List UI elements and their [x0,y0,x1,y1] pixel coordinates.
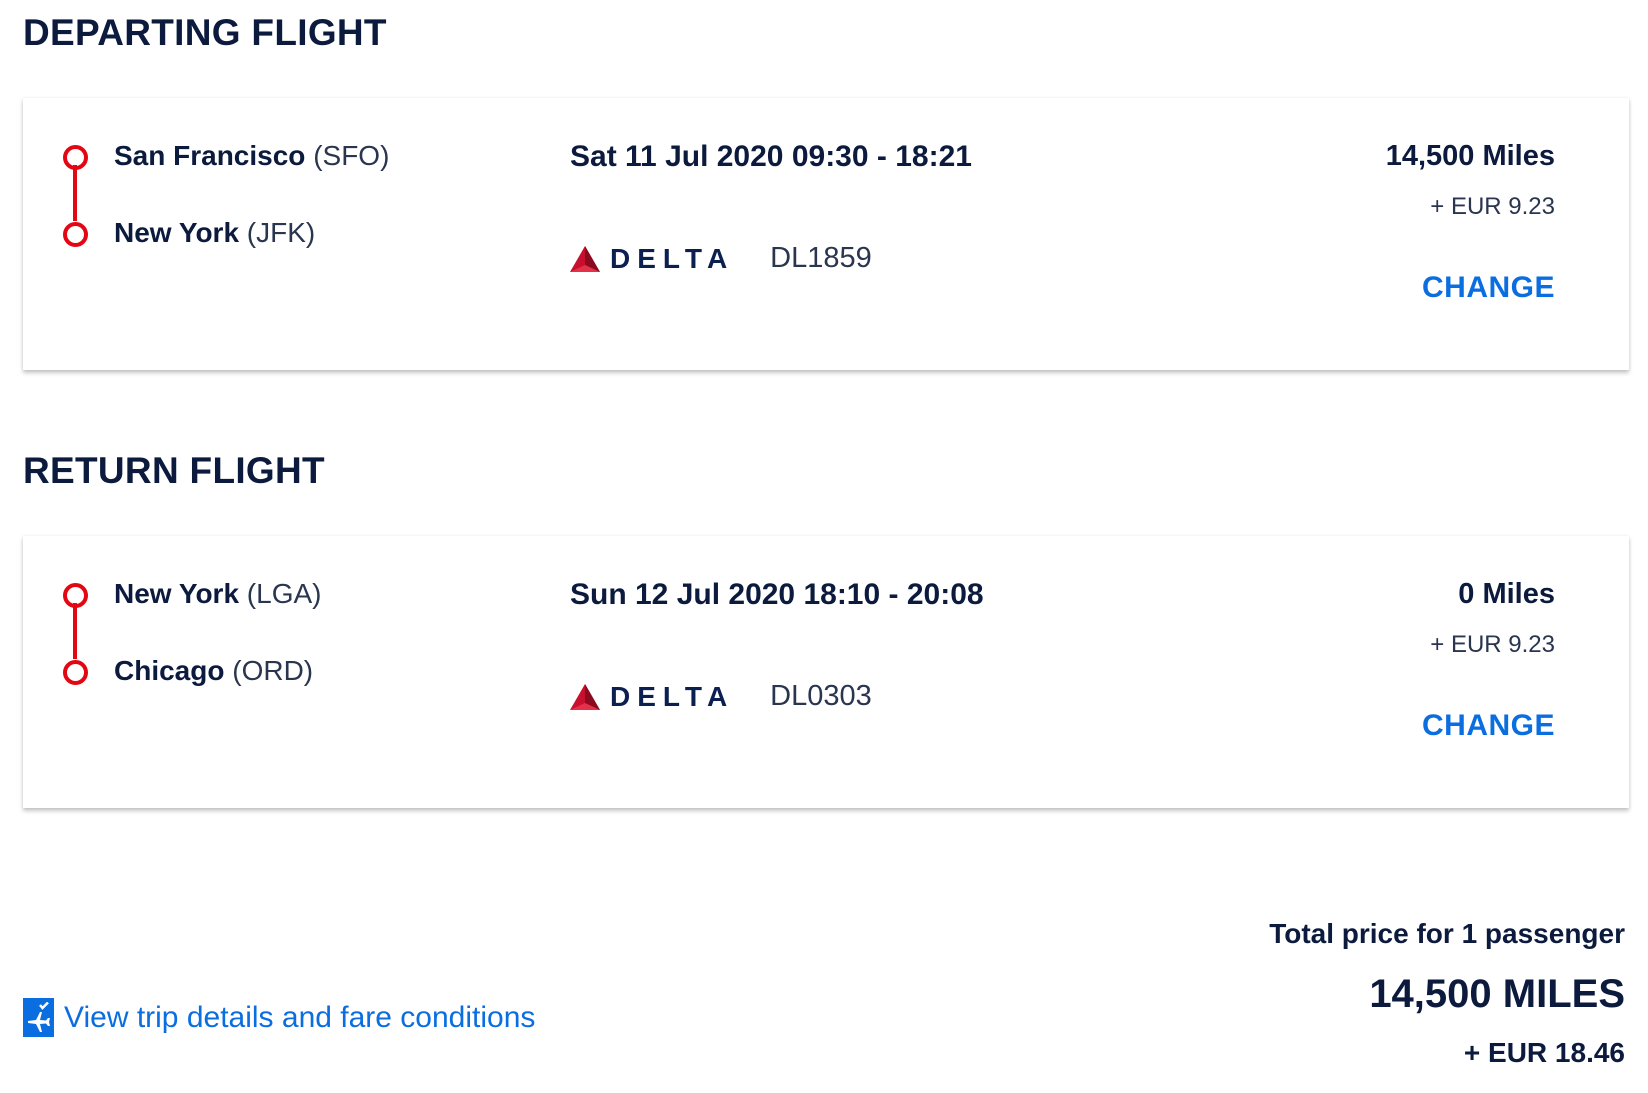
delta-logo: DELTA [570,681,734,713]
total-miles: 14,500 MILES [1369,972,1625,1016]
flight-miles: 14,500 Miles [1385,140,1555,172]
delta-logo: DELTA [570,243,734,275]
flight-number: DL0303 [770,680,872,712]
destination-city: Chicago (ORD) [114,655,314,686]
airline-name: DELTA [610,680,735,712]
flight-datetime: Sun 12 Jul 2020 18:10 - 20:08 [570,578,984,611]
airline-info: DELTA DL1859 [570,242,872,275]
destination-dot-icon [63,660,88,685]
plane-checklist-icon [23,998,54,1037]
destination-city: New York (JFK) [114,217,316,248]
route-line [73,165,77,221]
flight-fee: + EUR 9.23 [1430,193,1555,220]
change-return-button[interactable]: CHANGE [1422,709,1555,743]
section-title-return: RETURN FLIGHT [23,450,325,491]
origin-city: New York (LGA) [114,578,322,609]
section-title-departing: DEPARTING FLIGHT [23,12,387,53]
flight-card-departing: San Francisco (SFO) New York (JFK) Sat 1… [23,98,1629,370]
destination-dot-icon [63,222,88,247]
flight-datetime: Sat 11 Jul 2020 09:30 - 18:21 [570,140,972,173]
delta-widget-icon [570,245,600,272]
route-line [73,603,77,659]
trip-details-label: View trip details and fare conditions [64,1000,536,1034]
flight-card-return: New York (LGA) Chicago (ORD) Sun 12 Jul … [23,536,1629,808]
total-fee: + EUR 18.46 [1463,1037,1625,1068]
flight-number: DL1859 [770,242,872,274]
origin-city: San Francisco (SFO) [114,140,390,171]
change-departing-button[interactable]: CHANGE [1422,271,1555,305]
delta-widget-icon [570,683,600,710]
trip-details-link[interactable]: View trip details and fare conditions [23,998,535,1037]
total-price-label: Total price for 1 passenger [1269,918,1625,949]
airline-info: DELTA DL0303 [570,680,872,713]
flight-miles: 0 Miles [1458,578,1555,610]
flight-fee: + EUR 9.23 [1430,631,1555,658]
airline-name: DELTA [610,242,735,274]
